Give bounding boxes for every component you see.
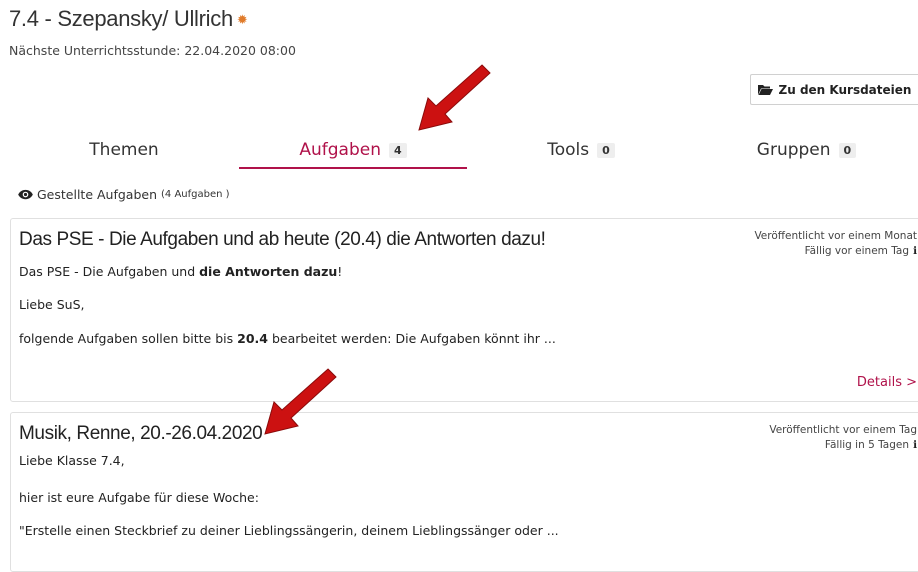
details-link[interactable]: Details > (857, 375, 917, 390)
tab-count-badge: 0 (597, 142, 615, 158)
task-title[interactable]: Das PSE - Die Aufgaben und ab heute (20.… (19, 229, 546, 251)
task-description-line: "Erstelle einen Steckbrief zu deiner Lie… (19, 523, 559, 538)
tab-label: Themen (89, 140, 159, 160)
task-meta: Veröffentlicht vor einem Tag Fällig in 5… (769, 423, 917, 453)
tab-label: Aufgaben (299, 140, 381, 160)
task-due: Fällig vor einem Tag (804, 245, 909, 257)
task-card[interactable]: Das PSE - Die Aufgaben und ab heute (20.… (10, 218, 918, 402)
text-segment: folgende Aufgaben sollen bitte bis (19, 331, 238, 346)
task-description-line: Das PSE - Die Aufgaben und die Antworten… (19, 264, 342, 279)
course-files-label: Zu den Kursdateien (778, 82, 912, 97)
text-segment: Das PSE - Die Aufgaben und (19, 264, 200, 279)
eye-icon (18, 189, 33, 200)
text-segment: ! (337, 264, 343, 279)
assigned-tasks-count: (4 Aufgaben ) (161, 189, 230, 200)
assigned-tasks-header: Gestellte Aufgaben (4 Aufgaben ) (18, 187, 230, 202)
info-icon[interactable]: ℹ (913, 439, 917, 451)
info-icon[interactable]: ℹ (913, 245, 917, 257)
assigned-tasks-label: Gestellte Aufgaben (37, 187, 158, 202)
task-description-line: folgende Aufgaben sollen bitte bis 20.4 … (19, 331, 556, 346)
tab-count-badge: 4 (388, 142, 407, 158)
task-title[interactable]: Musik, Renne, 20.-26.04.2020 (19, 423, 263, 445)
text-bold: 20.4 (237, 331, 268, 346)
task-published: Veröffentlicht vor einem Monat (754, 230, 917, 242)
course-files-button[interactable]: Zu den Kursdateien (750, 74, 918, 105)
tab-label: Tools (547, 140, 590, 160)
tab-gruppen[interactable]: Gruppen 0 (695, 133, 918, 167)
text-segment: bearbeitet werden: Die Aufgaben könnt ih… (267, 331, 556, 346)
tab-tools[interactable]: Tools 0 (467, 133, 695, 167)
task-due: Fällig in 5 Tagen (824, 439, 909, 451)
task-description-line: hier ist eure Aufgabe für diese Woche: (19, 490, 259, 505)
text-bold: die Antworten dazu (199, 264, 338, 279)
folder-open-icon (757, 84, 773, 95)
tab-themen[interactable]: Themen (10, 133, 238, 167)
tab-aufgaben[interactable]: Aufgaben 4 (239, 133, 467, 169)
gear-icon[interactable]: ✹ (237, 12, 248, 27)
task-description-line: Liebe SuS, (19, 297, 85, 312)
course-title: 7.4 - Szepansky/ Ullrich ✹ (9, 6, 248, 32)
next-lesson: Nächste Unterrichtsstunde: 22.04.2020 08… (9, 43, 296, 58)
annotation-arrow (264, 368, 337, 435)
task-published: Veröffentlicht vor einem Tag (769, 424, 917, 436)
task-meta: Veröffentlicht vor einem Monat Fällig vo… (754, 229, 917, 259)
task-card[interactable]: Musik, Renne, 20.-26.04.2020 Veröffentli… (10, 412, 918, 572)
tab-count-badge: 0 (838, 142, 857, 158)
annotation-arrow (418, 64, 491, 131)
course-title-text: 7.4 - Szepansky/ Ullrich (9, 6, 233, 31)
tab-label: Gruppen (756, 140, 831, 160)
task-description-line: Liebe Klasse 7.4, (19, 453, 125, 468)
